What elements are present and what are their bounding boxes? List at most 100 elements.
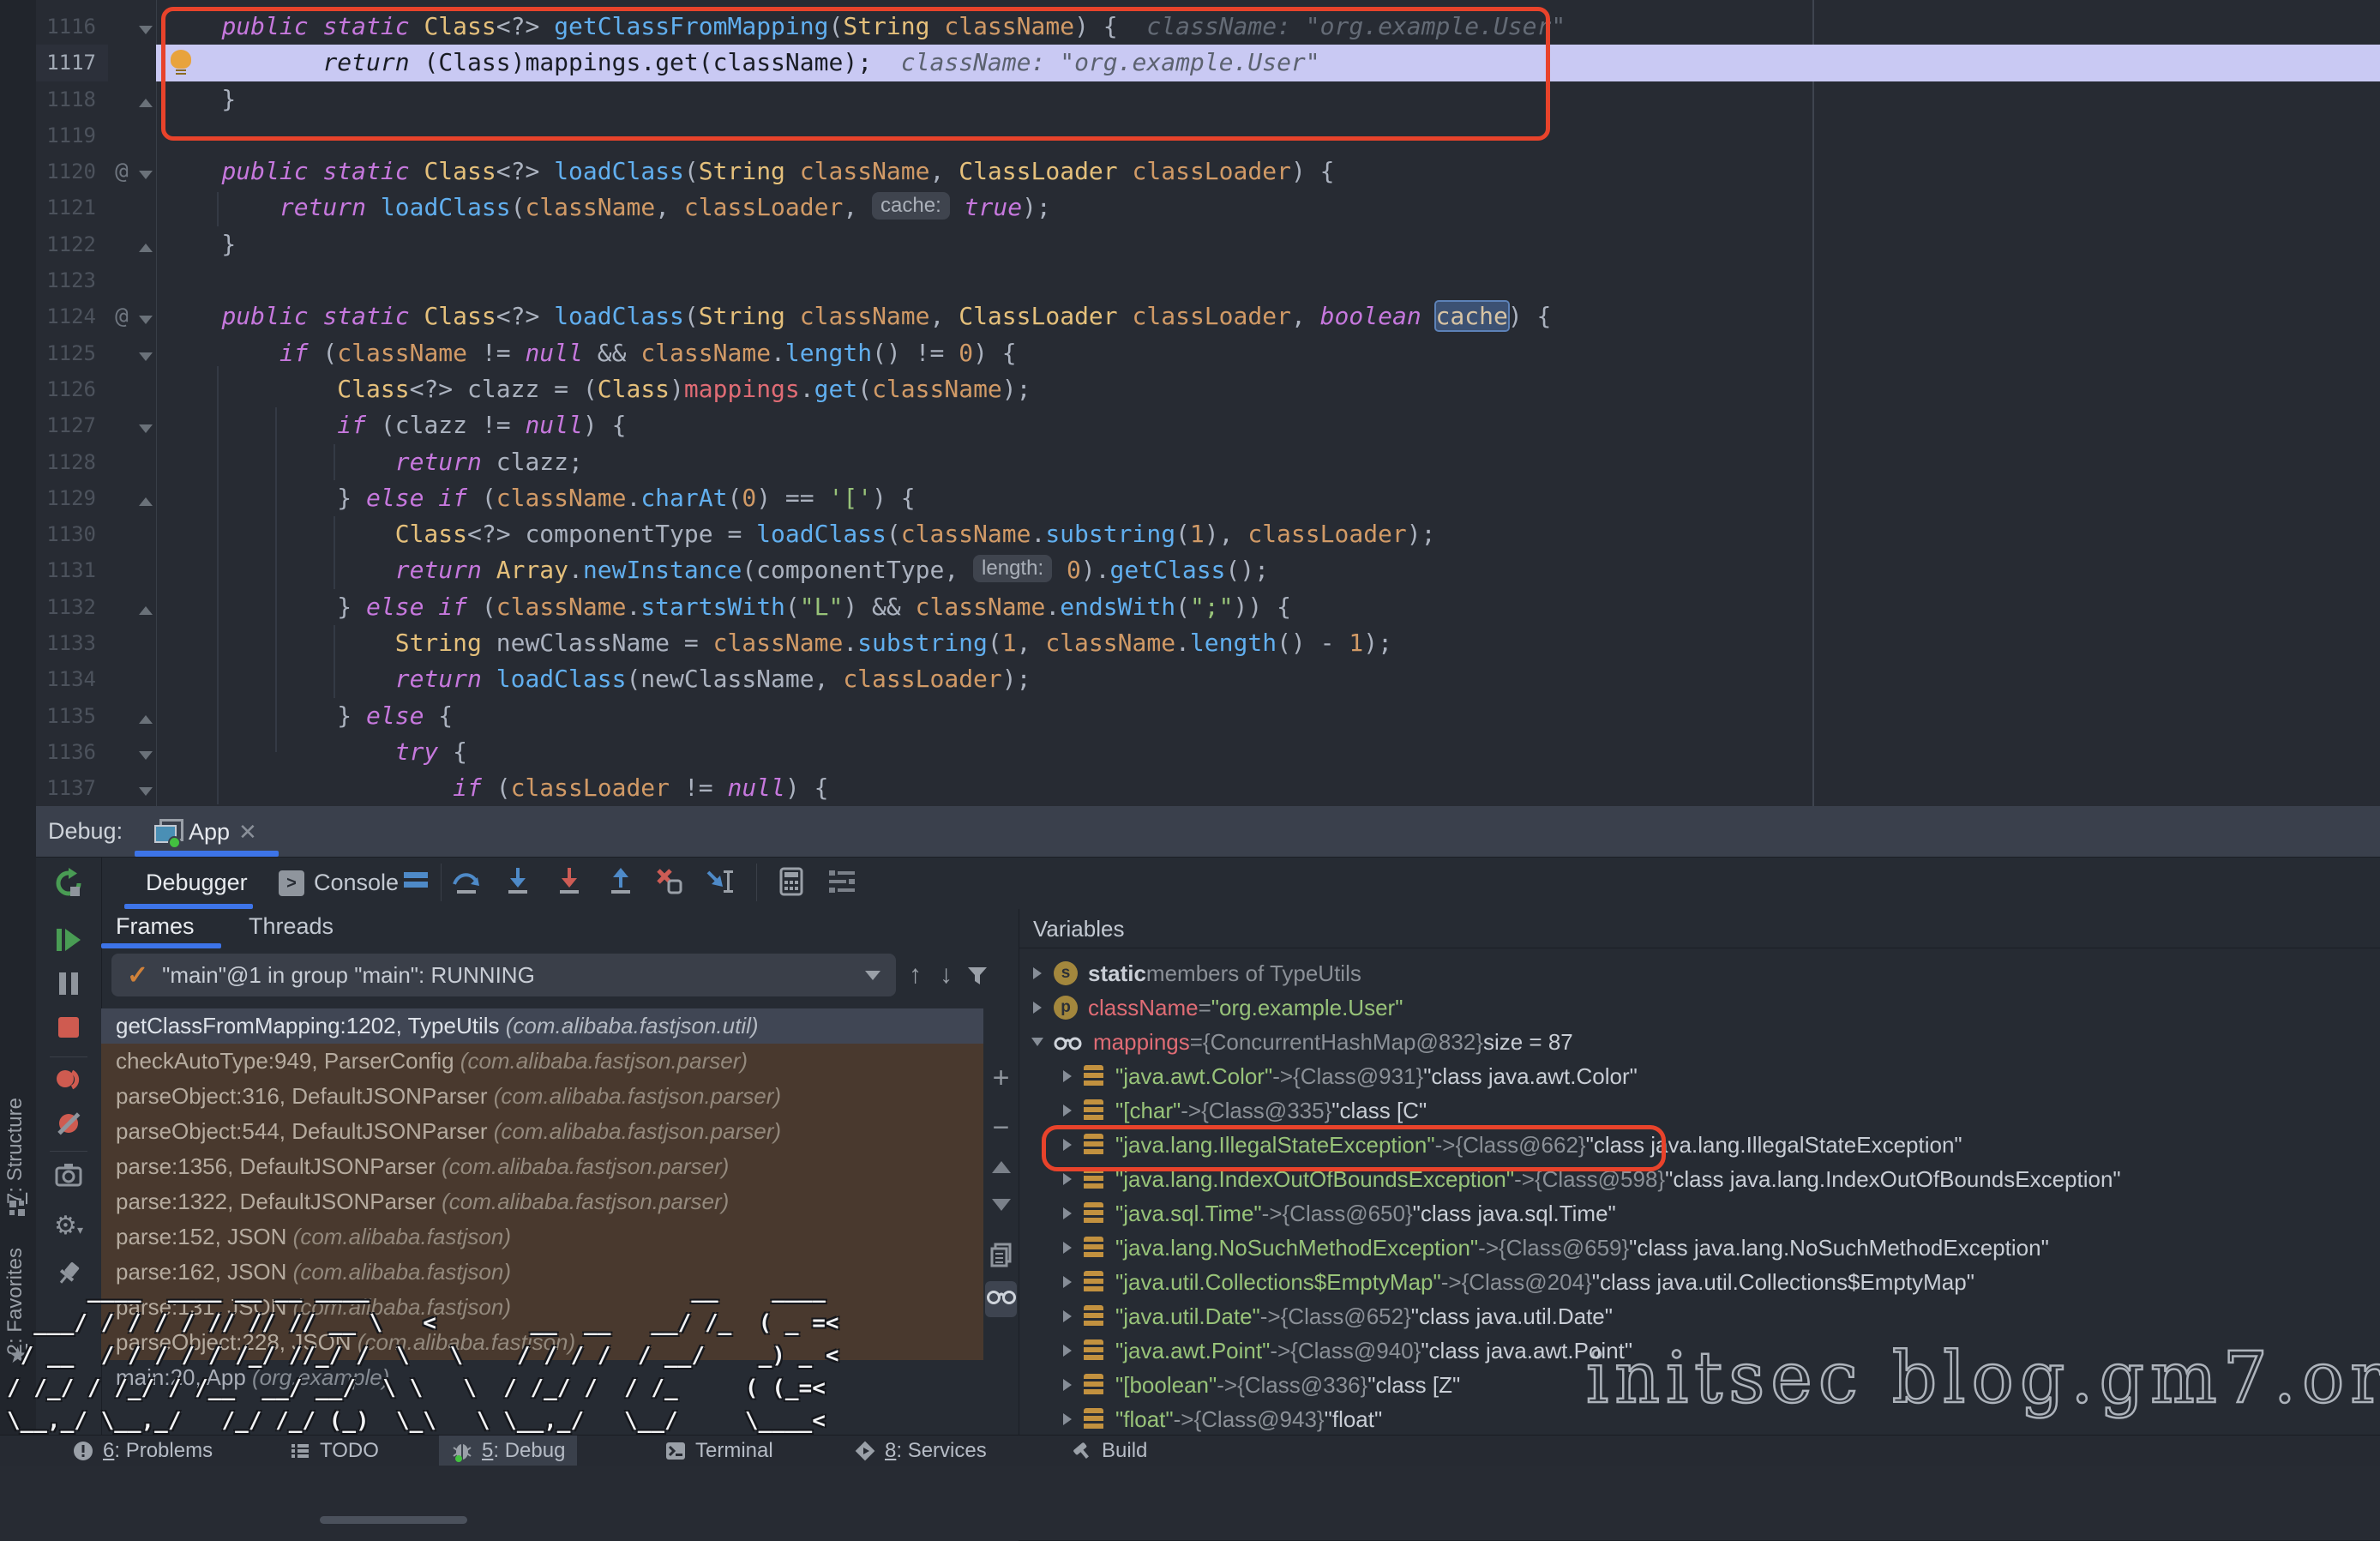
- code-line-1121[interactable]: 1121 return loadClass(className, classLo…: [36, 190, 2380, 226]
- code-text[interactable]: return (Class)mappings.get(className); c…: [156, 45, 2380, 81]
- code-text[interactable]: Class<?> clazz = (Class)mappings.get(cla…: [156, 371, 2380, 407]
- map-entry-row[interactable]: "java.awt.Color" -> {Class@931} "class j…: [1019, 1059, 2380, 1093]
- pause-button[interactable]: [36, 969, 101, 998]
- variables-row-static[interactable]: sstatic members of TypeUtils: [1019, 956, 2380, 990]
- chevron-collapsed-icon[interactable]: [1063, 1207, 1072, 1219]
- map-entry-row[interactable]: "java.util.Collections$EmptyMap" -> {Cla…: [1019, 1265, 2380, 1299]
- chevron-collapsed-icon[interactable]: [1063, 1310, 1072, 1322]
- line-number[interactable]: 1119: [36, 117, 108, 153]
- line-number[interactable]: 1121: [36, 190, 108, 226]
- code-text[interactable]: }: [156, 226, 2380, 262]
- map-entry-row[interactable]: "java.lang.IndexOutOfBoundsException" ->…: [1019, 1162, 2380, 1196]
- line-number[interactable]: 1116: [36, 9, 108, 45]
- code-text[interactable]: } else if (className.startsWith("L") && …: [156, 589, 2380, 625]
- code-line-1129[interactable]: 1129 } else if (className.charAt(0) == '…: [36, 480, 2380, 516]
- line-number[interactable]: 1117: [36, 45, 108, 81]
- copy-icon[interactable]: [983, 1242, 1019, 1267]
- fold-marker[interactable]: [135, 444, 156, 480]
- code-line-1136[interactable]: 1136 try {: [36, 734, 2380, 770]
- map-entry-row[interactable]: "float" -> {Class@943} "float": [1019, 1402, 2380, 1436]
- line-number[interactable]: 1127: [36, 407, 108, 443]
- thread-dump-camera-button[interactable]: [36, 1159, 101, 1190]
- line-number[interactable]: 1124: [36, 298, 108, 334]
- code-text[interactable]: if (clazz != null) {: [156, 407, 2380, 443]
- fold-marker[interactable]: [135, 9, 156, 45]
- fold-marker[interactable]: [135, 45, 156, 81]
- fold-marker[interactable]: [135, 190, 156, 226]
- watches-glasses-icon[interactable]: [983, 1286, 1019, 1305]
- code-text[interactable]: return loadClass(newClassName, classLoad…: [156, 661, 2380, 697]
- tab-console[interactable]: Console: [314, 870, 399, 896]
- line-number[interactable]: 1129: [36, 480, 108, 516]
- line-number[interactable]: 1125: [36, 335, 108, 371]
- code-line-1125[interactable]: 1125 if (className != null && className.…: [36, 335, 2380, 371]
- stack-frame-row[interactable]: main:20, App (org.example): [101, 1360, 983, 1395]
- code-text[interactable]: public static Class<?> getClassFromMappi…: [156, 9, 2380, 45]
- code-text[interactable]: Class<?> componentType = loadClass(class…: [156, 516, 2380, 552]
- tab-debugger[interactable]: Debugger: [146, 870, 248, 896]
- intention-bulb-icon[interactable]: [168, 50, 194, 75]
- map-entry-row[interactable]: "java.awt.Point" -> {Class@940} "class j…: [1019, 1333, 2380, 1368]
- stack-frame-row[interactable]: parseObject:544, DefaultJSONParser (com.…: [101, 1114, 983, 1149]
- fold-marker[interactable]: [135, 153, 156, 190]
- chevron-collapsed-icon[interactable]: [1063, 1413, 1072, 1425]
- fold-marker[interactable]: [135, 734, 156, 770]
- code-text[interactable]: [156, 117, 2380, 153]
- code-text[interactable]: public static Class<?> loadClass(String …: [156, 153, 2380, 190]
- chevron-expanded-icon[interactable]: [1031, 1038, 1043, 1046]
- next-frame-icon[interactable]: ↓: [940, 960, 953, 990]
- variables-row-classname[interactable]: pclassName = "org.example.User": [1019, 990, 2380, 1025]
- line-number[interactable]: 1134: [36, 661, 108, 697]
- code-line-1119[interactable]: 1119: [36, 117, 2380, 153]
- fold-marker[interactable]: [135, 298, 156, 334]
- debugger-settings-gear-icon[interactable]: ⚙▾: [36, 1211, 101, 1241]
- code-line-1134[interactable]: 1134 return loadClass(newClassName, clas…: [36, 661, 2380, 697]
- code-line-1116[interactable]: 1116 public static Class<?> getClassFrom…: [36, 9, 2380, 45]
- fold-marker[interactable]: [135, 770, 156, 806]
- code-line-1126[interactable]: 1126 Class<?> clazz = (Class)mappings.ge…: [36, 371, 2380, 407]
- stack-frame-row[interactable]: parseObject:228, JSON (com.alibaba.fastj…: [101, 1325, 983, 1360]
- move-up-icon[interactable]: [983, 1161, 1019, 1173]
- stack-frame-row[interactable]: parse:1356, DefaultJSONParser (com.aliba…: [101, 1149, 983, 1184]
- line-number[interactable]: 1133: [36, 625, 108, 661]
- sidebar-item-structure[interactable]: 7: Structure: [3, 1098, 27, 1204]
- fold-marker[interactable]: [135, 371, 156, 407]
- code-line-1133[interactable]: 1133 String newClassName = className.sub…: [36, 625, 2380, 661]
- drop-frame-button[interactable]: [653, 865, 688, 900]
- status-item-todo[interactable]: TODO: [277, 1436, 391, 1466]
- fold-marker[interactable]: [135, 698, 156, 734]
- code-line-1132[interactable]: 1132 } else if (className.startsWith("L"…: [36, 589, 2380, 625]
- line-number[interactable]: 1130: [36, 516, 108, 552]
- variables-row-mappings[interactable]: mappings = {ConcurrentHashMap@832} size …: [1019, 1025, 2380, 1059]
- code-text[interactable]: } else if (className.charAt(0) == '[') {: [156, 480, 2380, 516]
- status-item-terminal[interactable]: Terminal: [652, 1436, 785, 1466]
- line-number[interactable]: 1137: [36, 770, 108, 806]
- code-text[interactable]: } else {: [156, 698, 2380, 734]
- code-line-1128[interactable]: 1128 return clazz;: [36, 444, 2380, 480]
- step-over-button[interactable]: [450, 865, 484, 900]
- step-out-button[interactable]: [604, 865, 639, 900]
- mute-breakpoints-button[interactable]: [36, 1108, 101, 1139]
- move-down-icon[interactable]: [983, 1199, 1019, 1211]
- map-entry-row[interactable]: "java.lang.IllegalStateException" -> {Cl…: [1019, 1128, 2380, 1162]
- stack-frame-row[interactable]: parseObject:316, DefaultJSONParser (com.…: [101, 1079, 983, 1114]
- code-text[interactable]: }: [156, 81, 2380, 117]
- code-text[interactable]: String newClassName = className.substrin…: [156, 625, 2380, 661]
- fold-marker[interactable]: [135, 407, 156, 443]
- code-line-1130[interactable]: 1130 Class<?> componentType = loadClass(…: [36, 516, 2380, 552]
- code-line-1118[interactable]: 1118 }: [36, 81, 2380, 117]
- debug-session-tab[interactable]: App ✕: [154, 813, 257, 851]
- line-number[interactable]: 1126: [36, 371, 108, 407]
- run-to-cursor-button[interactable]: [705, 865, 739, 900]
- previous-frame-icon[interactable]: ↑: [909, 960, 922, 990]
- line-number[interactable]: 1120: [36, 153, 108, 190]
- tab-frames[interactable]: Frames: [116, 913, 195, 940]
- rerun-button[interactable]: [36, 868, 101, 902]
- map-entry-row[interactable]: "[boolean" -> {Class@336} "class [Z": [1019, 1368, 2380, 1402]
- chevron-collapsed-icon[interactable]: [1063, 1276, 1072, 1288]
- status-item-build[interactable]: Build: [1059, 1436, 1159, 1466]
- line-number[interactable]: 1128: [36, 444, 108, 480]
- view-breakpoints-button[interactable]: [36, 1065, 101, 1096]
- stack-frame-row[interactable]: parse:152, JSON (com.alibaba.fastjson): [101, 1219, 983, 1255]
- evaluate-expression-button[interactable]: [775, 865, 809, 900]
